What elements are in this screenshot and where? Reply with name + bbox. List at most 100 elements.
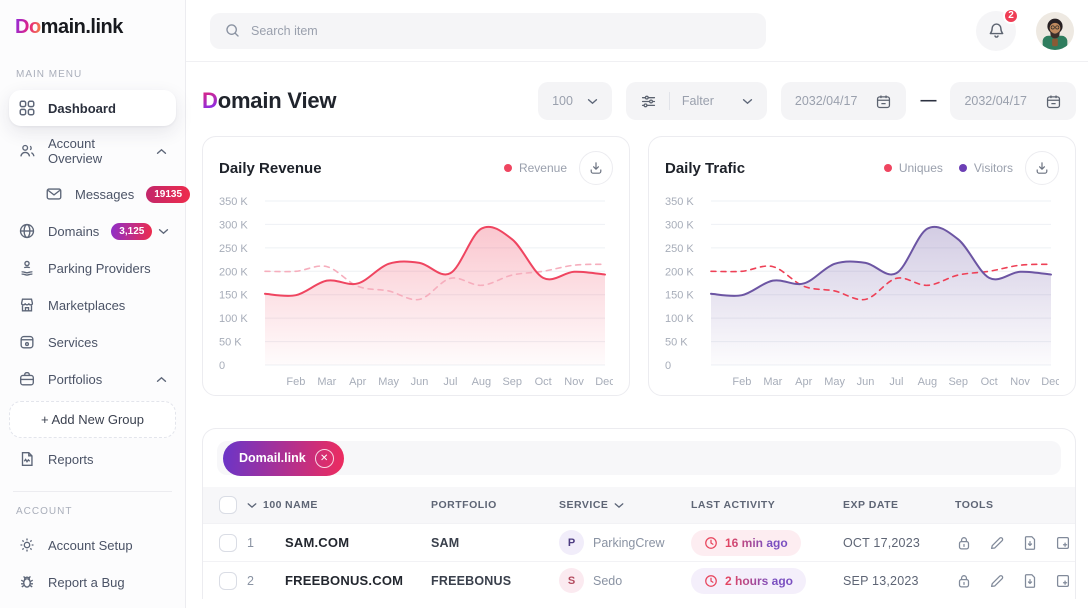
activity-text: 2 hours ago [725, 574, 793, 588]
chevron-up-icon [156, 376, 167, 383]
service-avatar: P [559, 530, 584, 555]
search-input[interactable] [251, 24, 752, 38]
legend-label: Revenue [519, 161, 567, 175]
sidebar-item-account-overview[interactable]: Account Overview [9, 127, 176, 175]
notifications-button[interactable]: 2 [976, 11, 1016, 51]
chevron-down-icon[interactable] [247, 502, 257, 509]
service-avatar: S [559, 568, 584, 593]
active-filters-strip: Domail.link ✕ [217, 441, 1061, 475]
chart-legend: Uniques Visitors [884, 161, 1013, 175]
storefront-icon [18, 296, 36, 314]
row-checkbox[interactable] [219, 534, 237, 552]
add-new-group-button[interactable]: + Add New Group [9, 401, 176, 438]
column-header-portfolio: PORTFOLIO [431, 499, 559, 511]
sidebar-item-domains[interactable]: Domains 3,125 [9, 213, 176, 249]
date-to-picker[interactable]: 2032/04/17 [950, 82, 1076, 120]
app-root: Domain.link MAIN MENU Dashboard Account … [0, 0, 1088, 608]
sidebar-item-label: Report a Bug [48, 575, 125, 590]
portfolio-name: SAM [431, 536, 559, 550]
bug-icon [18, 573, 36, 591]
chart-title: Daily Trafic [665, 160, 745, 177]
sidebar-item-label: Reports [48, 452, 94, 467]
sidebar-item-reports[interactable]: Reports [9, 441, 176, 477]
search-bar[interactable] [210, 13, 766, 49]
service-name: ParkingCrew [593, 536, 665, 550]
svg-text:Feb: Feb [286, 376, 305, 388]
sidebar-item-messages[interactable]: Messages 19135 [9, 176, 176, 212]
file-add-icon[interactable] [1054, 534, 1072, 552]
date-from-picker[interactable]: 2032/04/17 [781, 82, 907, 120]
calendar-icon [875, 93, 892, 110]
legend-dot-visitors [959, 164, 967, 172]
sidebar-item-parking-providers[interactable]: Parking Providers [9, 250, 176, 286]
row-checkbox[interactable] [219, 572, 237, 590]
svg-text:350 K: 350 K [665, 196, 694, 208]
sidebar-item-label: Account Overview [48, 136, 144, 166]
notification-badge: 2 [1003, 8, 1019, 24]
sliders-icon [640, 93, 657, 110]
sidebar-item-account-setup[interactable]: Account Setup [9, 527, 176, 563]
svg-text:Sep: Sep [502, 376, 522, 388]
file-download-icon[interactable] [1021, 534, 1039, 552]
file-add-icon[interactable] [1054, 572, 1072, 590]
service-name: Sedo [593, 574, 622, 588]
column-header-exp-date: EXP DATE [843, 499, 955, 511]
filter-chip-domail-link[interactable]: Domail.link ✕ [223, 441, 344, 476]
sidebar-item-services[interactable]: Services [9, 324, 176, 360]
svg-text:200 K: 200 K [665, 266, 694, 278]
svg-text:100 K: 100 K [219, 313, 248, 325]
legend-label: Uniques [899, 161, 943, 175]
avatar-image [1036, 12, 1074, 50]
sidebar-item-report-a-bug[interactable]: Report a Bug [9, 564, 176, 600]
content: Domain View 100 Falter [186, 62, 1088, 608]
last-activity-cell: 2 hours ago [691, 568, 843, 594]
page-header: Domain View 100 Falter [202, 82, 1076, 120]
globe-icon [18, 222, 36, 240]
svg-text:300 K: 300 K [665, 219, 694, 231]
edit-icon[interactable] [988, 572, 1006, 590]
svg-text:150 K: 150 K [219, 290, 248, 302]
svg-text:Oct: Oct [981, 376, 998, 388]
logo[interactable]: Domain.link [15, 16, 176, 39]
filter-dropdown[interactable]: Falter [626, 82, 767, 120]
svg-text:Feb: Feb [732, 376, 751, 388]
download-chart-button[interactable] [579, 151, 613, 185]
select-all-checkbox[interactable] [219, 496, 237, 514]
chevron-down-icon [158, 228, 169, 235]
remove-chip-icon[interactable]: ✕ [315, 449, 334, 468]
column-header-name: NAME [285, 499, 431, 511]
logo-accent: Do [15, 16, 41, 38]
clock-icon [704, 574, 718, 588]
lock-icon[interactable] [955, 534, 973, 552]
download-icon [588, 160, 604, 176]
svg-text:50 K: 50 K [665, 337, 688, 349]
svg-text:Apr: Apr [795, 376, 812, 388]
activity-badge: 16 min ago [691, 530, 801, 556]
chevron-down-icon [614, 502, 624, 509]
sidebar-item-dashboard[interactable]: Dashboard [9, 90, 176, 126]
svg-text:Jul: Jul [443, 376, 457, 388]
daily-traffic-card: Daily Trafic Uniques Visitors 350 K 300 K… [648, 136, 1076, 396]
legend-dot-revenue [504, 164, 512, 172]
sidebar-item-label: Portfolios [48, 372, 102, 387]
file-download-icon[interactable] [1021, 572, 1039, 590]
svg-text:Sep: Sep [948, 376, 968, 388]
chevron-down-icon [742, 98, 753, 105]
lock-icon[interactable] [955, 572, 973, 590]
download-chart-button[interactable] [1025, 151, 1059, 185]
sidebar-item-marketplaces[interactable]: Marketplaces [9, 287, 176, 323]
edit-icon[interactable] [988, 534, 1006, 552]
avatar[interactable] [1036, 12, 1074, 50]
column-header-count: 100 [263, 499, 282, 511]
column-header-service[interactable]: SERVICE [559, 499, 691, 511]
sidebar-item-label: Dashboard [48, 101, 116, 116]
sidebar-item-portfolios[interactable]: Portfolios [9, 361, 176, 397]
domains-table-card: Domail.link ✕ 100 NAME PORTFOLIO SERVICE [202, 428, 1076, 599]
page-size-select[interactable]: 100 [538, 82, 612, 120]
envelope-icon [45, 185, 63, 203]
sidebar-item-label: Services [48, 335, 98, 350]
date-range-separator: — [920, 92, 936, 110]
briefcase-icon [18, 370, 36, 388]
svg-text:200 K: 200 K [219, 266, 248, 278]
svg-text:250 K: 250 K [219, 243, 248, 255]
